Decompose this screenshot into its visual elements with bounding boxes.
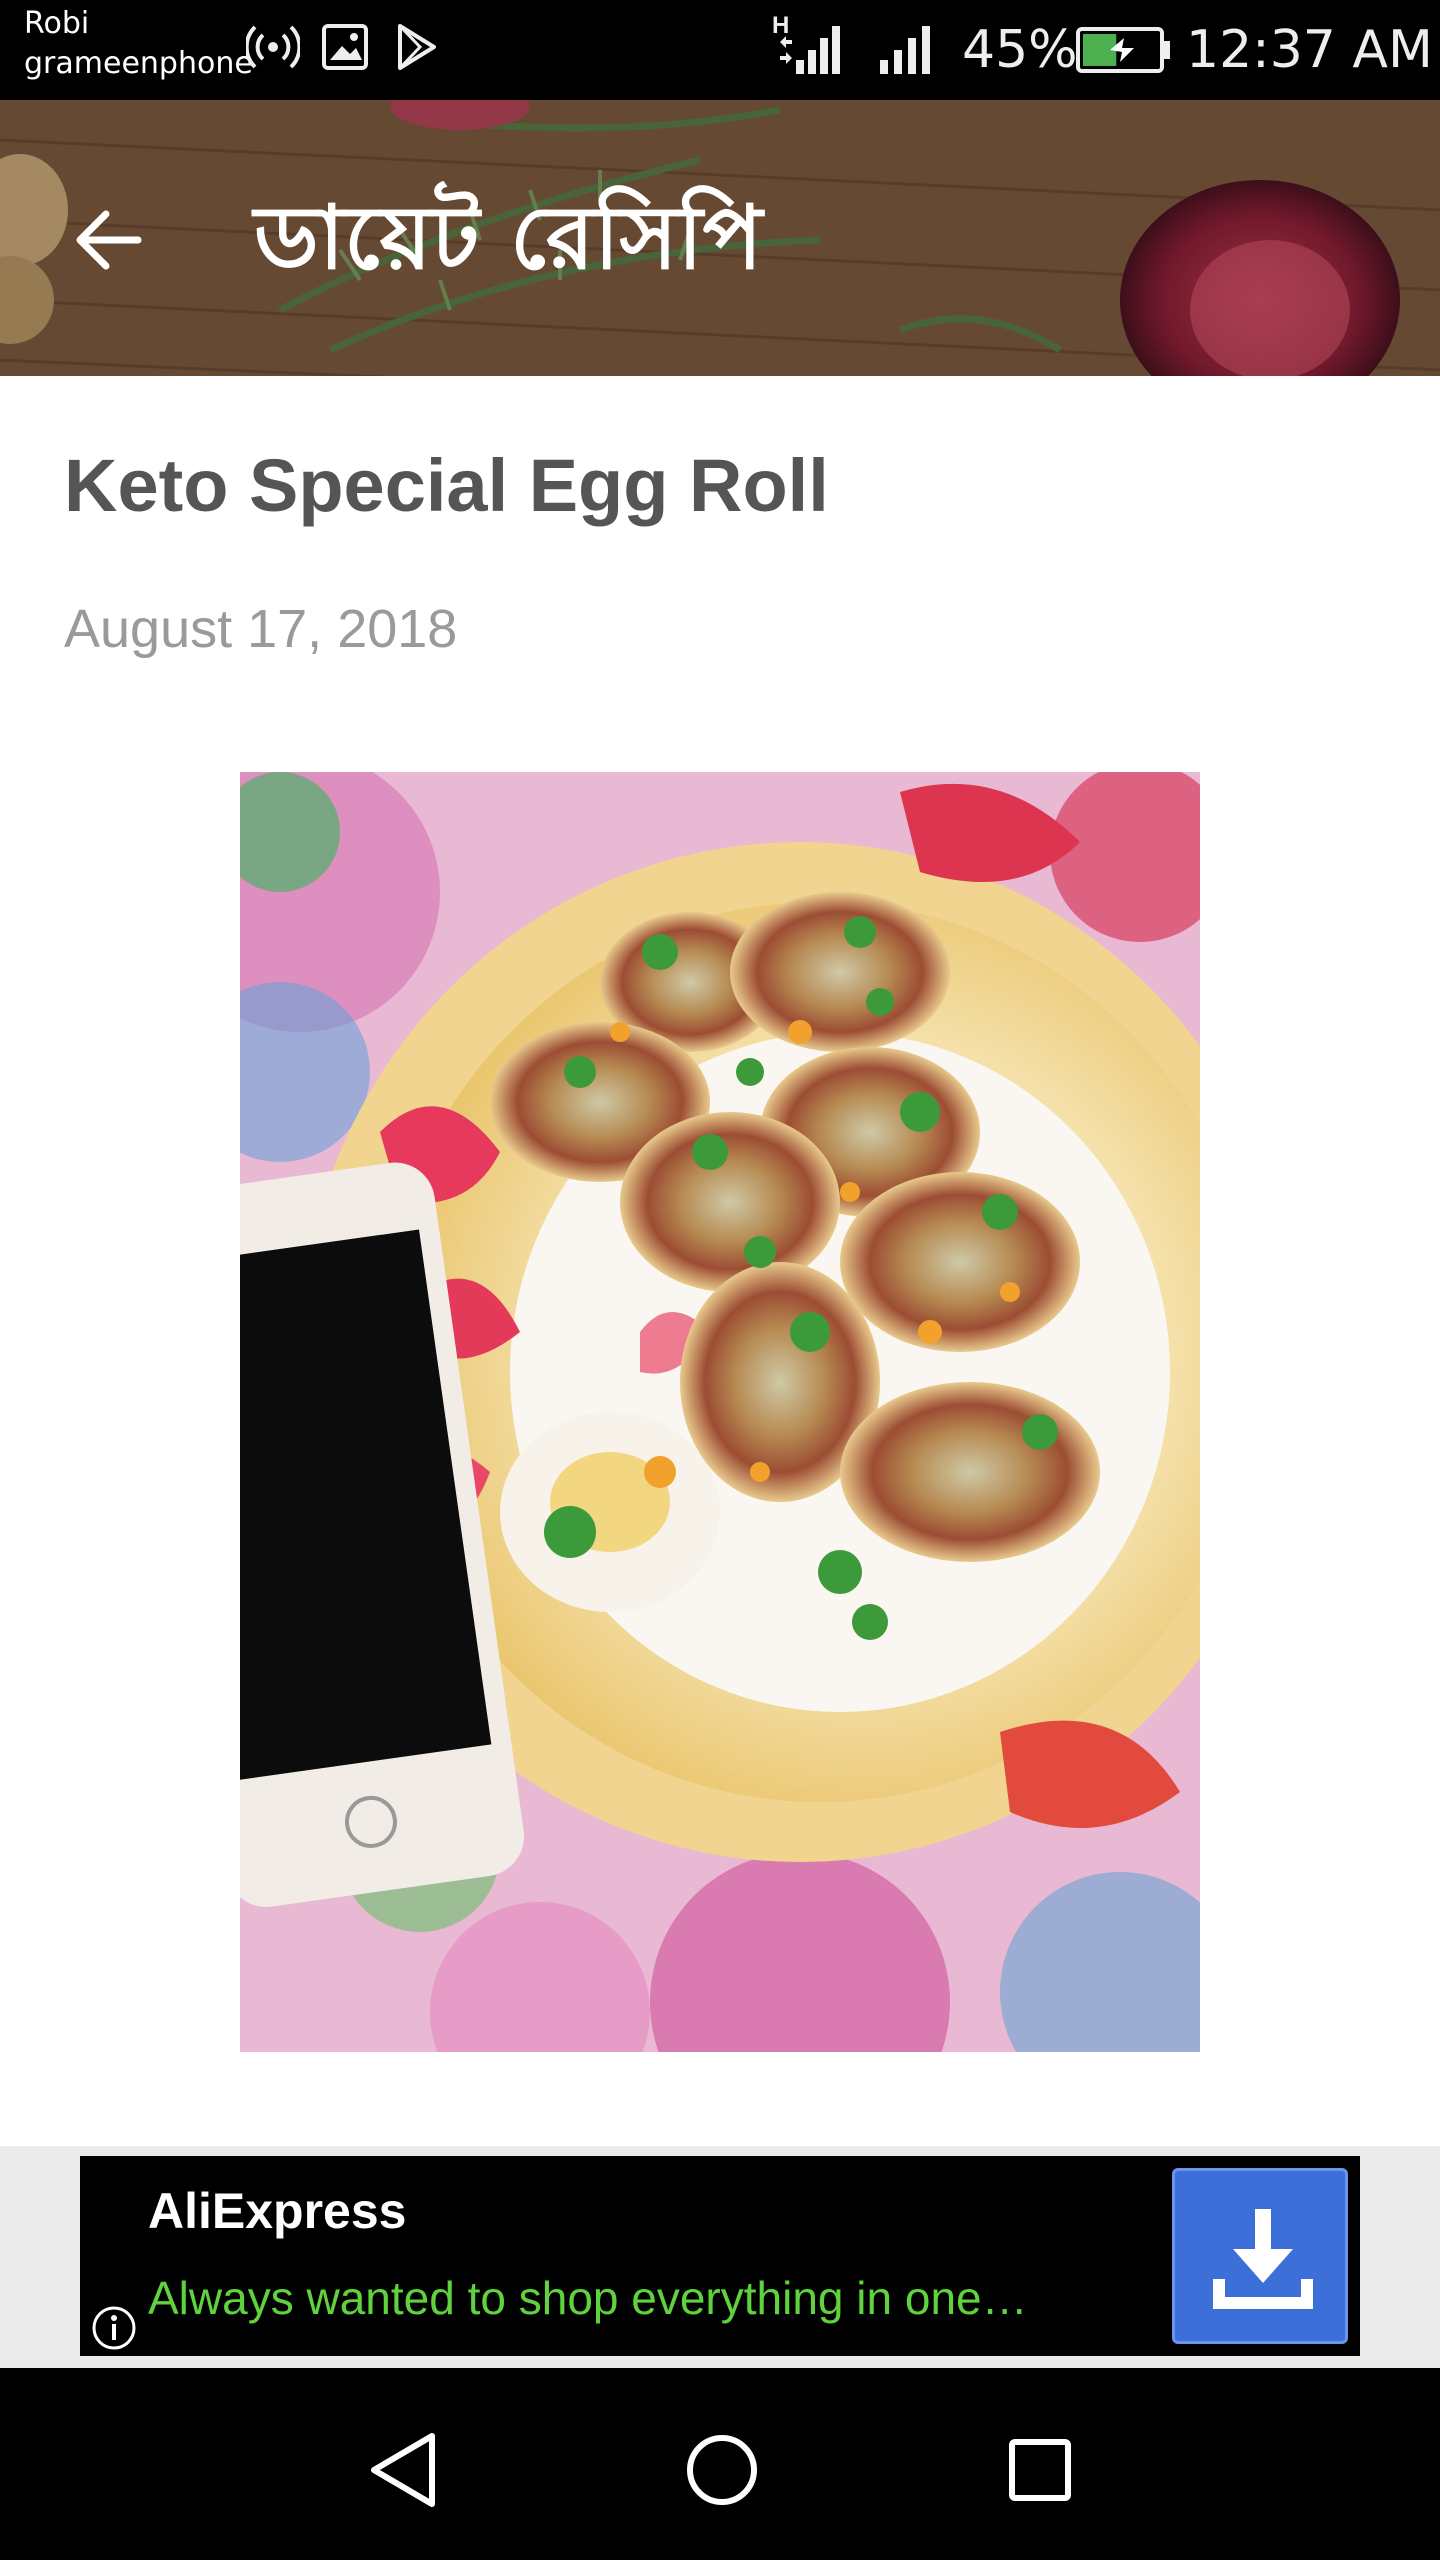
battery-percent: 45% (962, 20, 1078, 80)
nav-recents-button[interactable] (990, 2420, 1090, 2520)
carrier-secondary: grameenphone (24, 46, 253, 81)
article-title: Keto Special Egg Roll (64, 444, 829, 527)
ad-download-button[interactable] (1172, 2168, 1348, 2344)
arrow-back-icon (76, 210, 142, 270)
battery-icon (1076, 26, 1172, 79)
download-icon (1213, 2209, 1313, 2309)
hotspot-icon (244, 22, 302, 77)
article-content: Keto Special Egg Roll August 17, 2018 (0, 376, 1440, 2146)
navigation-bar (0, 2368, 1440, 2560)
ad-area: AliExpress Always wanted to shop everyth… (0, 2146, 1440, 2368)
signal-icon (776, 20, 848, 81)
ad-text[interactable]: Always wanted to shop everything in one… (148, 2266, 1028, 2330)
back-button[interactable] (60, 190, 160, 290)
clock: 12:37 AM (1186, 20, 1433, 80)
egg-roll-photo[interactable] (240, 772, 1200, 2052)
recents-square-icon (1009, 2439, 1071, 2501)
status-bar: Robi grameenphone H 45% 12:37 AM (0, 0, 1440, 100)
article-date: August 17, 2018 (64, 599, 458, 659)
play-store-icon (394, 22, 440, 77)
carrier-info: Robi grameenphone (24, 4, 253, 84)
app-toolbar: ডায়েট রেসিপি (0, 100, 1440, 376)
app-title: ডায়েট রেসিপি (254, 186, 763, 289)
nav-back-button[interactable] (354, 2420, 454, 2520)
ad-banner[interactable]: AliExpress Always wanted to shop everyth… (80, 2156, 1360, 2356)
home-circle-icon (687, 2435, 757, 2505)
ad-advertiser[interactable]: AliExpress (148, 2176, 406, 2246)
info-icon[interactable] (90, 2304, 138, 2352)
carrier-primary: Robi (24, 6, 90, 41)
image-icon (320, 22, 370, 77)
signal-icon (876, 20, 940, 81)
nav-home-button[interactable] (672, 2420, 772, 2520)
back-triangle-icon (371, 2433, 435, 2507)
